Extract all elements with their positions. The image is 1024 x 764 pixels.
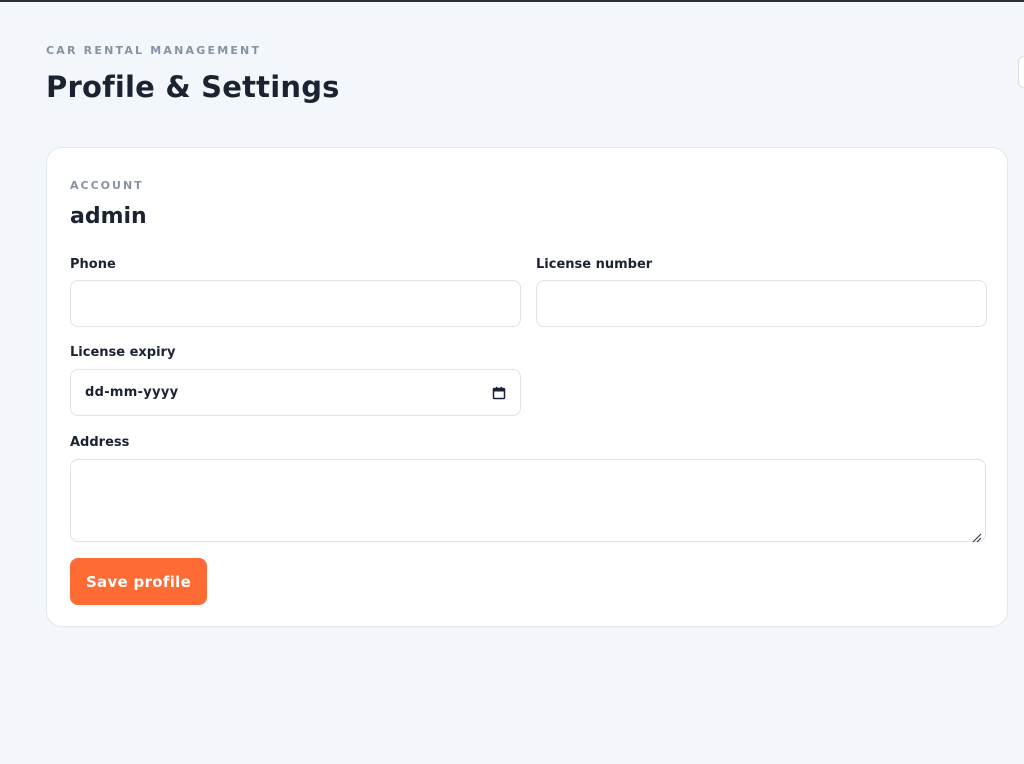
profile-card: ACCOUNT admin Phone License number Licen… [46,147,1008,627]
address-label: Address [70,435,130,450]
phone-label: Phone [70,257,116,272]
window-top-border [0,0,1024,2]
account-section-label: ACCOUNT [70,179,144,192]
save-profile-button[interactable]: Save profile [70,558,207,605]
phone-input[interactable] [70,280,521,327]
calendar-icon[interactable] [492,386,506,400]
address-field-wrapper [70,459,986,543]
account-username: admin [70,204,147,229]
address-textarea[interactable] [70,459,986,542]
date-placeholder: dd-mm-yyyy [85,385,179,400]
app-eyebrow: CAR RENTAL MANAGEMENT [46,44,262,57]
license-number-label: License number [536,257,653,272]
resize-grip-icon[interactable] [972,528,982,543]
license-expiry-label: License expiry [70,345,176,360]
side-panel-handle[interactable] [1018,56,1024,88]
license-expiry-date-input[interactable]: dd-mm-yyyy [70,369,521,416]
license-number-input[interactable] [536,280,987,327]
page-title: Profile & Settings [46,70,340,104]
